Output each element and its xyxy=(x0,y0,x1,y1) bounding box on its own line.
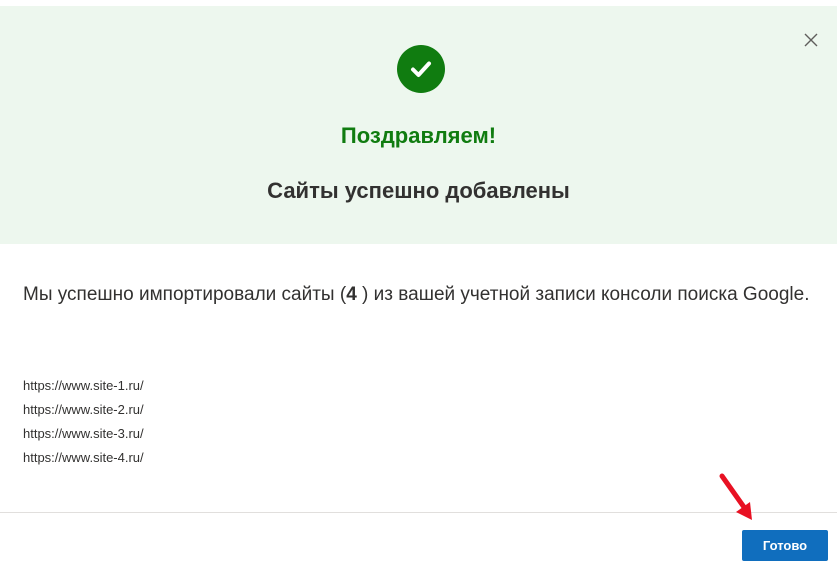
message-text-after: ) из вашей учетной записи консоли поиска… xyxy=(356,284,810,305)
message-text-before: Мы успешно импортировали сайты ( xyxy=(23,284,347,305)
site-url-item: https://www.site-4.ru/ xyxy=(23,450,144,465)
success-subtitle: Сайты успешно добавлены xyxy=(267,178,570,203)
done-button[interactable]: Готово xyxy=(742,530,828,561)
import-success-dialog: Поздравляем! Сайты успешно добавлены Мы … xyxy=(0,0,837,570)
imported-sites-list: https://www.site-1.ru/ https://www.site-… xyxy=(23,374,144,470)
dialog-header: Поздравляем! Сайты успешно добавлены xyxy=(0,6,837,244)
site-url-item: https://www.site-2.ru/ xyxy=(23,402,144,417)
success-title: Поздравляем! xyxy=(340,123,497,148)
close-icon xyxy=(804,33,818,47)
red-arrow-icon xyxy=(719,473,752,520)
site-count: 4 xyxy=(346,284,357,305)
close-button[interactable] xyxy=(799,28,823,52)
checkmark-circle-icon xyxy=(397,45,445,93)
site-url-item: https://www.site-3.ru/ xyxy=(23,426,144,441)
site-url-item: https://www.site-1.ru/ xyxy=(23,378,144,393)
import-message: Мы успешно импортировали сайты (4 ) из в… xyxy=(23,278,813,312)
